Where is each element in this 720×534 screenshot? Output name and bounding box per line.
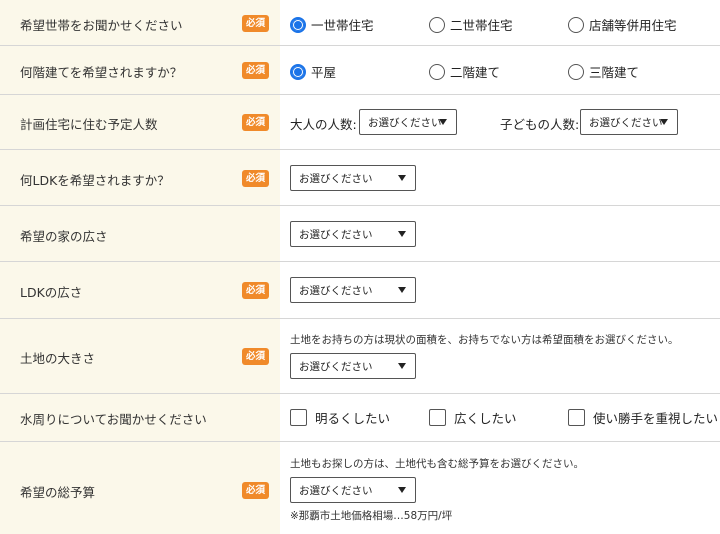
water-option-wide[interactable]: 広くしたい xyxy=(429,408,517,427)
option-label: 明るくしたい xyxy=(315,411,391,426)
row-ldk: 何LDKを希望されますか？ 必須 お選びください xyxy=(0,150,720,206)
adults-select[interactable]: お選びください xyxy=(359,109,457,135)
label-cell: 水周りについてお聞かせください xyxy=(0,394,280,441)
option-label: 三階建て xyxy=(589,65,640,80)
row-ldk-size: LDKの広さ 必須 お選びください xyxy=(0,262,720,319)
children-select[interactable]: お選びください xyxy=(580,109,678,135)
chevron-down-icon xyxy=(398,175,406,181)
select-value: お選びください xyxy=(299,228,373,241)
budget-label: 希望の総予算 xyxy=(20,485,96,500)
floors-option-two[interactable]: 二階建て xyxy=(429,62,500,81)
option-label: 一世帯住宅 xyxy=(311,18,374,33)
required-badge: 必須 xyxy=(242,15,269,32)
row-land-size: 土地の大きさ 必須 土地をお持ちの方は現状の面積を、お持ちでない方は希望面積をお… xyxy=(0,319,720,394)
water-option-bright[interactable]: 明るくしたい xyxy=(290,408,390,427)
label-cell: 何階建てを希望されますか？ 必須 xyxy=(0,46,280,94)
land-size-select[interactable]: お選びください xyxy=(290,353,416,379)
radio-icon[interactable] xyxy=(568,63,584,80)
option-label: 使い勝手を重視したい xyxy=(593,411,719,426)
required-badge: 必須 xyxy=(242,114,269,131)
radio-icon[interactable] xyxy=(568,16,584,33)
water-label: 水周りについてお聞かせください xyxy=(20,412,207,427)
required-badge: 必須 xyxy=(242,170,269,187)
budget-sub-note: ※那覇市土地価格相場…58万円/坪 xyxy=(290,510,453,522)
option-label: 二世帯住宅 xyxy=(450,18,513,33)
row-residents: 計画住宅に住む予定人数 必須 大人の人数: お選びください 子どもの人数: お選… xyxy=(0,95,720,150)
water-option-usability[interactable]: 使い勝手を重視したい xyxy=(568,408,718,427)
label-cell: 何LDKを希望されますか？ 必須 xyxy=(0,150,280,205)
chevron-down-icon xyxy=(398,363,406,369)
ldk-size-select[interactable]: お選びください xyxy=(290,277,416,303)
label-cell: 土地の大きさ 必須 xyxy=(0,319,280,393)
row-water: 水周りについてお聞かせください 明るくしたい 広くしたい 使い勝手を重視したい xyxy=(0,394,720,442)
select-value: お選びください xyxy=(299,284,373,297)
label-cell: LDKの広さ 必須 xyxy=(0,262,280,318)
select-value: お選びください xyxy=(368,116,442,129)
budget-note: 土地もお探しの方は、土地代も含む総予算をお選びください。 xyxy=(290,458,584,470)
required-badge: 必須 xyxy=(242,348,269,365)
chevron-down-icon xyxy=(439,119,447,125)
select-value: お選びください xyxy=(299,360,373,373)
radio-icon[interactable] xyxy=(429,16,445,33)
option-label: 店舗等併用住宅 xyxy=(589,18,677,33)
radio-checked-icon[interactable] xyxy=(290,16,306,33)
checkbox-icon[interactable] xyxy=(290,409,307,426)
label-cell: 希望世帯をお聞かせください 必須 xyxy=(0,0,280,45)
floors-option-three[interactable]: 三階建て xyxy=(568,62,639,81)
household-option-two[interactable]: 二世帯住宅 xyxy=(429,15,513,34)
children-label: 子どもの人数: xyxy=(500,117,580,132)
chevron-down-icon xyxy=(398,487,406,493)
radio-icon[interactable] xyxy=(429,63,445,80)
ldk-select[interactable]: お選びください xyxy=(290,165,416,191)
chevron-down-icon xyxy=(660,119,668,125)
label-cell: 計画住宅に住む予定人数 必須 xyxy=(0,95,280,149)
row-budget: 希望の総予算 必須 土地もお探しの方は、土地代も含む総予算をお選びください。 お… xyxy=(0,442,720,534)
house-size-label: 希望の家の広さ xyxy=(20,229,108,244)
radio-checked-icon[interactable] xyxy=(290,63,306,80)
select-value: お選びください xyxy=(299,172,373,185)
residents-label: 計画住宅に住む予定人数 xyxy=(20,117,158,132)
floors-option-one[interactable]: 平屋 xyxy=(290,62,336,81)
chevron-down-icon xyxy=(398,287,406,293)
select-value: お選びください xyxy=(299,484,373,497)
option-label: 平屋 xyxy=(311,65,337,80)
select-value: お選びください xyxy=(589,116,663,129)
required-badge: 必須 xyxy=(242,282,269,299)
row-floors: 何階建てを希望されますか？ 必須 平屋 二階建て 三階建て xyxy=(0,46,720,95)
adults-label: 大人の人数: xyxy=(290,117,357,132)
household-label: 希望世帯をお聞かせください xyxy=(20,18,183,33)
land-size-note: 土地をお持ちの方は現状の面積を、お持ちでない方は希望面積をお選びください。 xyxy=(290,334,679,346)
chevron-down-icon xyxy=(398,231,406,237)
option-label: 広くしたい xyxy=(454,411,517,426)
house-size-select[interactable]: お選びください xyxy=(290,221,416,247)
label-cell: 希望の家の広さ xyxy=(0,206,280,261)
checkbox-icon[interactable] xyxy=(429,409,446,426)
required-badge: 必須 xyxy=(242,62,269,79)
land-size-label: 土地の大きさ xyxy=(20,351,96,366)
row-house-size: 希望の家の広さ お選びください xyxy=(0,206,720,262)
label-cell: 希望の総予算 必須 xyxy=(0,442,280,534)
row-household: 希望世帯をお聞かせください 必須 一世帯住宅 二世帯住宅 店舗等併用住宅 xyxy=(0,0,720,46)
floors-label: 何階建てを希望されますか？ xyxy=(20,65,183,80)
ldk-size-label: LDKの広さ xyxy=(20,285,83,300)
household-option-shop[interactable]: 店舗等併用住宅 xyxy=(568,15,677,34)
option-label: 二階建て xyxy=(450,65,501,80)
household-option-single[interactable]: 一世帯住宅 xyxy=(290,15,374,34)
budget-select[interactable]: お選びください xyxy=(290,477,416,503)
checkbox-icon[interactable] xyxy=(568,409,585,426)
ldk-label: 何LDKを希望されますか？ xyxy=(20,173,170,188)
required-badge: 必須 xyxy=(242,482,269,499)
